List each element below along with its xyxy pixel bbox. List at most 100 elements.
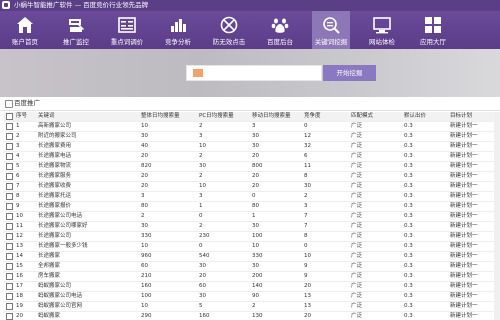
nav-item-apps[interactable]: 应用大厅	[414, 11, 452, 49]
cell-row-index: 15	[16, 263, 23, 269]
table-row[interactable]: 17 蚂蚁搬家公司 160 60 140 20 广泛 0.3 新建计划一	[4, 282, 500, 292]
row-checkbox[interactable]	[6, 253, 13, 260]
nav-label: 推广监控	[63, 38, 89, 46]
cell-target-plan: 新建计划一	[450, 313, 478, 319]
table-row[interactable]: 3 长途搬家费用 40 10 30 32 广泛 0.3 新建计划一	[4, 142, 500, 152]
row-checkbox[interactable]	[6, 223, 13, 230]
cell-target-plan: 新建计划一	[450, 213, 478, 219]
nav-label: 百度后台	[267, 38, 293, 46]
cell-total-daily-searches: 210	[141, 273, 152, 279]
cell-target-plan: 新建计划一	[450, 243, 478, 249]
cell-default-bid: 0.3	[404, 243, 413, 249]
row-checkbox[interactable]	[6, 183, 13, 190]
keyword-table: 序号 关键词 整体日均搜索量 PC日均搜索量 移动日均搜索量 竞争度 匹配模式 默认出价 目标计…	[4, 112, 500, 320]
table-row[interactable]: 5 长途搬家物流 820 30 800 11 广泛 0.3 新建计划一	[4, 162, 500, 172]
row-checkbox[interactable]	[6, 283, 13, 290]
cell-default-bid: 0.3	[404, 183, 413, 189]
row-checkbox[interactable]	[6, 203, 13, 210]
row-checkbox[interactable]	[6, 263, 13, 270]
cell-total-daily-searches: 160	[141, 283, 152, 289]
cell-default-bid: 0.3	[404, 313, 413, 319]
row-checkbox[interactable]	[6, 193, 13, 200]
row-checkbox[interactable]	[6, 293, 13, 300]
table-row[interactable]: 14 长途搬家 960 540 330 10 广泛 0.3 新建计划一	[4, 252, 500, 262]
table-row[interactable]: 1 高新搬家公司 10 2 3 0 广泛 0.3 新建计划一	[4, 122, 500, 132]
nav-item-competition[interactable]: 竞争分析	[159, 11, 197, 49]
cell-keyword: 长途搬家费用	[38, 143, 72, 149]
cell-target-plan: 新建计划一	[450, 183, 478, 189]
row-checkbox[interactable]	[6, 173, 13, 180]
row-checkbox[interactable]	[6, 243, 13, 250]
cell-row-index: 14	[16, 253, 23, 259]
table-row[interactable]: 10 长途搬家公司电话 2 0 1 7 广泛 0.3 新建计划一	[4, 212, 500, 222]
row-checkbox[interactable]	[6, 123, 13, 130]
row-checkbox[interactable]	[6, 153, 13, 160]
cell-mobile-daily-searches: 0	[252, 193, 256, 199]
table-row[interactable]: 6 长途搬家服务 20 2 20 8 广泛 0.3 新建计划一	[4, 172, 500, 182]
cell-total-daily-searches: 20	[141, 153, 148, 159]
cell-pc-daily-searches: 540	[199, 253, 210, 259]
cell-default-bid: 0.3	[404, 233, 413, 239]
table-row[interactable]: 16 房车搬家 210 20 200 9 广泛 0.3 新建计划一	[4, 272, 500, 282]
keyword-search-banner: 开始挖掘	[0, 49, 500, 97]
nav-item-site-check[interactable]: 网站体检	[363, 11, 401, 49]
keyword-input[interactable]	[186, 65, 322, 81]
nav-item-baidu-backend[interactable]: 百度后台	[261, 11, 299, 49]
nav-item-adjust-price[interactable]: 重点词调价	[108, 11, 146, 49]
row-checkbox[interactable]	[6, 303, 13, 310]
start-mining-button[interactable]: 开始挖掘	[323, 65, 376, 81]
row-checkbox[interactable]	[6, 233, 13, 240]
row-checkbox[interactable]	[6, 213, 13, 220]
cell-competition: 12	[304, 133, 311, 139]
table-row[interactable]: 4 长途搬家电话 20 2 20 6 广泛 0.3 新建计划一	[4, 152, 500, 162]
nav-label: 关键词挖掘	[314, 38, 348, 46]
table-row[interactable]: 20 蚂蚁搬家 290 160 130 20 广泛 0.3 新建计划一	[4, 312, 500, 320]
table-row[interactable]: 9 长途搬家报价 80 1 80 3 广泛 0.3 新建计划一	[4, 202, 500, 212]
cell-keyword: 蚂蚁搬家	[38, 313, 61, 319]
table-row[interactable]: 18 蚂蚁搬家公司电话 100 30 90 13 广泛 0.3 新建计划一	[4, 292, 500, 302]
cell-match-type: 广泛	[351, 203, 363, 209]
table-row[interactable]: 8 长途搬家托运 3 3 0 2 广泛 0.3 新建计划一	[4, 192, 500, 202]
table-row[interactable]: 2 附近的搬家公司 30 3 30 12 广泛 0.3 新建计划一	[4, 132, 500, 142]
nav-label: 网站体检	[369, 38, 395, 46]
row-checkbox[interactable]	[6, 163, 13, 170]
header-row-index: 序号	[16, 113, 28, 119]
select-all-checkbox[interactable]	[6, 113, 13, 120]
row-checkbox[interactable]	[6, 313, 13, 320]
cell-row-index: 18	[16, 293, 23, 299]
table-row[interactable]: 13 长途搬家一般多少钱 10 0 10 0 广泛 0.3 新建计划一	[4, 242, 500, 252]
row-checkbox[interactable]	[6, 133, 13, 140]
cell-mobile-daily-searches: 130	[252, 313, 263, 319]
cell-keyword: 蚂蚁搬家公司电话	[38, 293, 83, 299]
nav-label: 重点词调价	[110, 38, 144, 46]
cell-match-type: 广泛	[351, 293, 363, 299]
cell-pc-daily-searches: 2	[199, 173, 203, 179]
cell-pc-daily-searches: 10	[199, 143, 206, 149]
table-scrollbar[interactable]	[494, 112, 500, 320]
cell-default-bid: 0.3	[404, 193, 413, 199]
table-row[interactable]: 11 长途搬家公司哪家好 30 2 30 7 广泛 0.3 新建计划一	[4, 222, 500, 232]
cell-match-type: 广泛	[351, 303, 363, 309]
row-checkbox[interactable]	[6, 273, 13, 280]
cell-mobile-daily-searches: 20	[252, 173, 259, 179]
table-row[interactable]: 15 全邦搬家 60 30 30 9 广泛 0.3 新建计划一	[4, 262, 500, 272]
cell-keyword: 长途搬家公司哪家好	[38, 223, 88, 229]
cell-default-bid: 0.3	[404, 163, 413, 169]
nav-item-home[interactable]: 账户首页	[6, 11, 44, 49]
row-checkbox[interactable]	[6, 143, 13, 150]
nav-item-block-clicks[interactable]: 防无效点击	[210, 11, 248, 49]
cell-competition: 9	[304, 263, 308, 269]
table-row[interactable]: 12 长途搬家公司 330 230 100 8 广泛 0.3 新建计划一	[4, 232, 500, 242]
table-row[interactable]: 7 长途搬家收费 20 10 20 30 广泛 0.3 新建计划一	[4, 182, 500, 192]
cell-pc-daily-searches: 5	[199, 303, 203, 309]
cell-keyword: 长途搬家公司	[38, 233, 72, 239]
cell-match-type: 广泛	[351, 313, 363, 319]
header-total-daily-searches: 整体日均搜索量	[141, 113, 180, 119]
table-row[interactable]: 19 蚂蚁搬家公司官网 10 5 2 13 广泛 0.3 新建计划一	[4, 302, 500, 312]
cell-pc-daily-searches: 0	[199, 213, 203, 219]
nav-label: 竞争分析	[165, 38, 191, 46]
cell-total-daily-searches: 80	[141, 203, 148, 209]
cell-competition: 0	[304, 123, 308, 129]
nav-item-monitor[interactable]: 推广监控	[57, 11, 95, 49]
nav-item-keyword-mining[interactable]: 关键词挖掘	[312, 11, 350, 49]
